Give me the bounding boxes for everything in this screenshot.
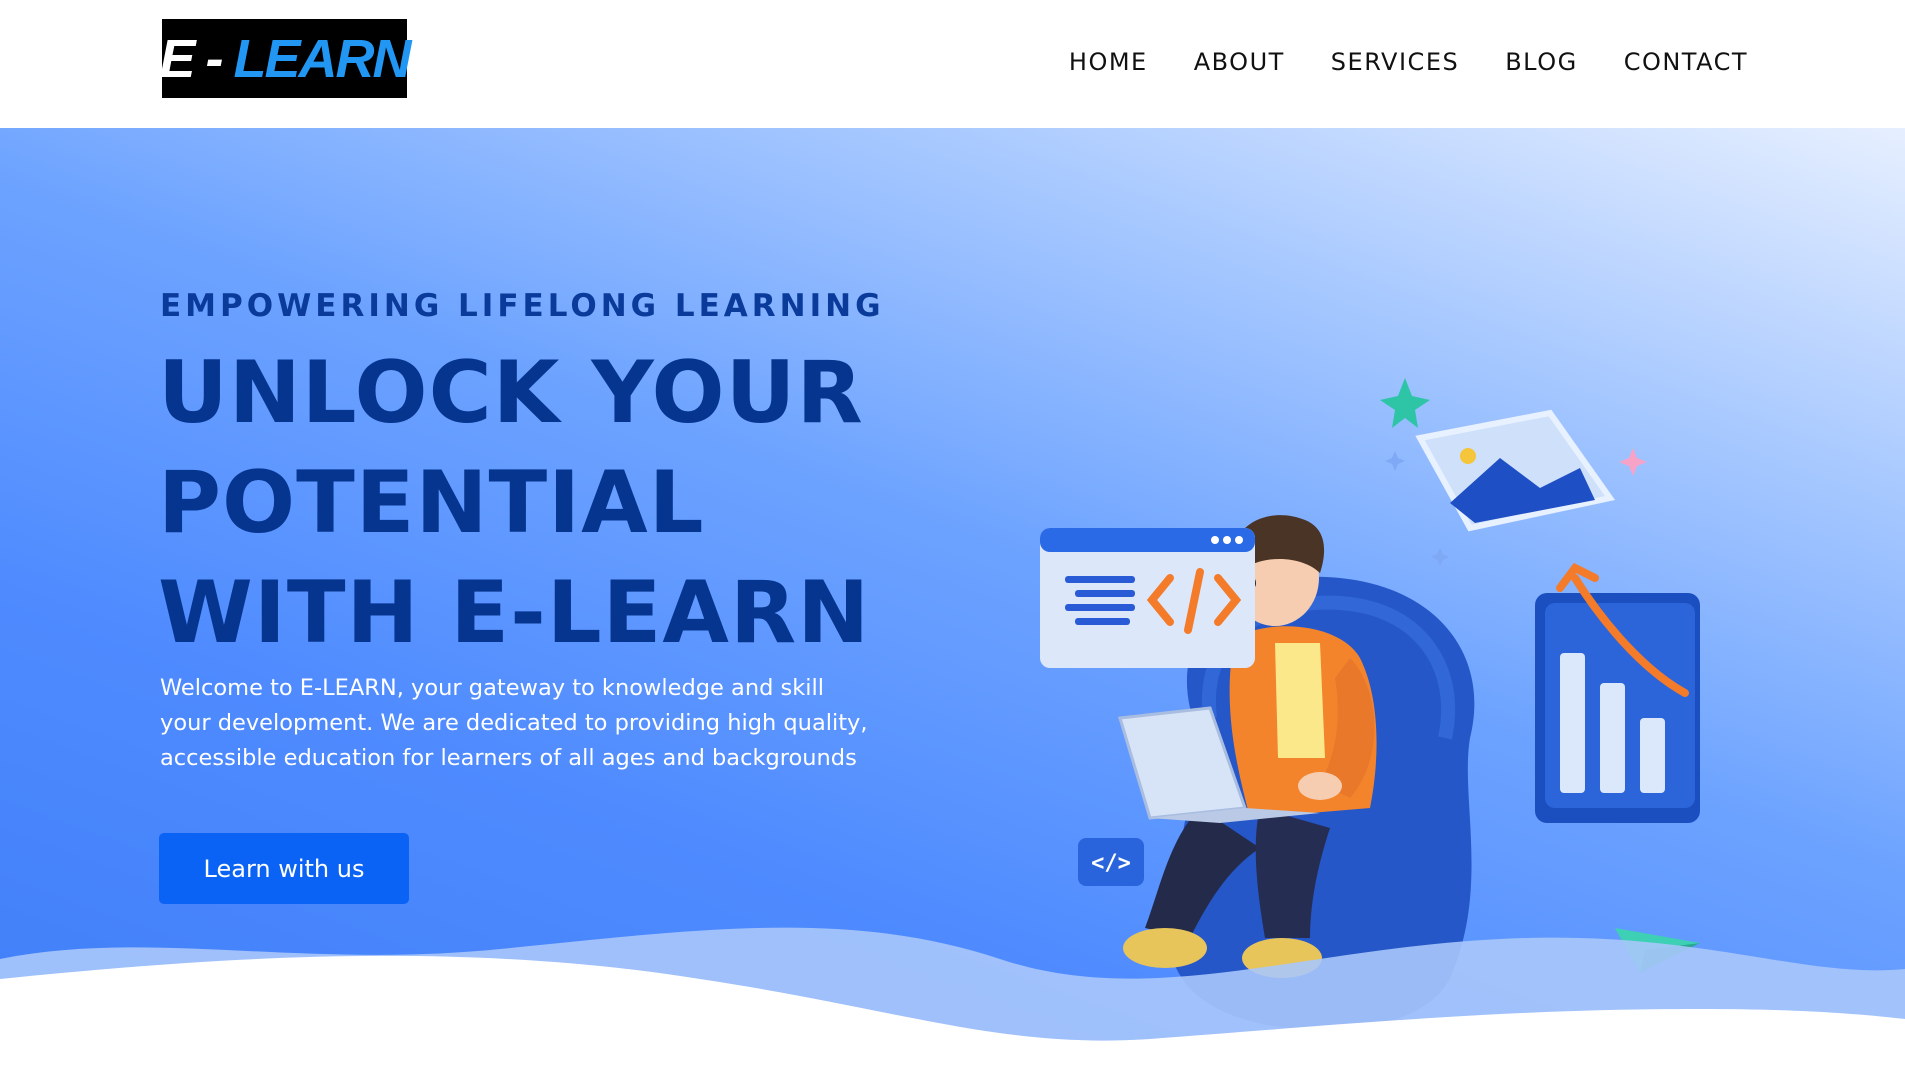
learn-with-us-button[interactable]: Learn with us [159,833,409,904]
nav-contact[interactable]: CONTACT [1624,48,1748,76]
main-nav: HOME ABOUT SERVICES BLOG CONTACT [1069,48,1748,76]
code-window-icon [1040,528,1255,668]
nav-about[interactable]: ABOUT [1194,48,1285,76]
image-card-icon [1415,409,1616,532]
hero-headline: UNLOCK YOUR POTENTIAL WITH E-LEARN [158,338,871,668]
intro-line-1: Welcome to E-LEARN, your gateway to know… [160,675,825,701]
site-header: E - LEARN HOME ABOUT SERVICES BLOG CONTA… [0,0,1905,128]
nav-services[interactable]: SERVICES [1331,48,1459,76]
headline-line-2: POTENTIAL [158,453,705,553]
nav-home[interactable]: HOME [1069,48,1148,76]
code-badge-icon: </> [1078,838,1144,886]
code-badge-text: </> [1091,851,1131,876]
hero-intro: Welcome to E-LEARN, your gateway to know… [160,671,895,776]
intro-line-3: accessible education for learners of all… [160,745,857,771]
logo-text-dash: - [205,28,224,89]
headline-line-1: UNLOCK YOUR [158,343,864,443]
bar-chart-icon [1535,562,1700,823]
logo-text-e: E [159,28,196,89]
hero-section: EMPOWERING LIFELONG LEARNING UNLOCK YOUR… [0,128,1905,1079]
hero-eyebrow: EMPOWERING LIFELONG LEARNING [160,288,885,324]
elearn-logo[interactable]: E - LEARN [159,19,412,98]
logo-text-learn: LEARN [233,28,412,89]
nav-blog[interactable]: BLOG [1505,48,1577,76]
headline-line-3: WITH E-LEARN [158,563,871,663]
wave-divider [0,927,1905,1079]
intro-line-2: your development. We are dedicated to pr… [160,710,868,736]
